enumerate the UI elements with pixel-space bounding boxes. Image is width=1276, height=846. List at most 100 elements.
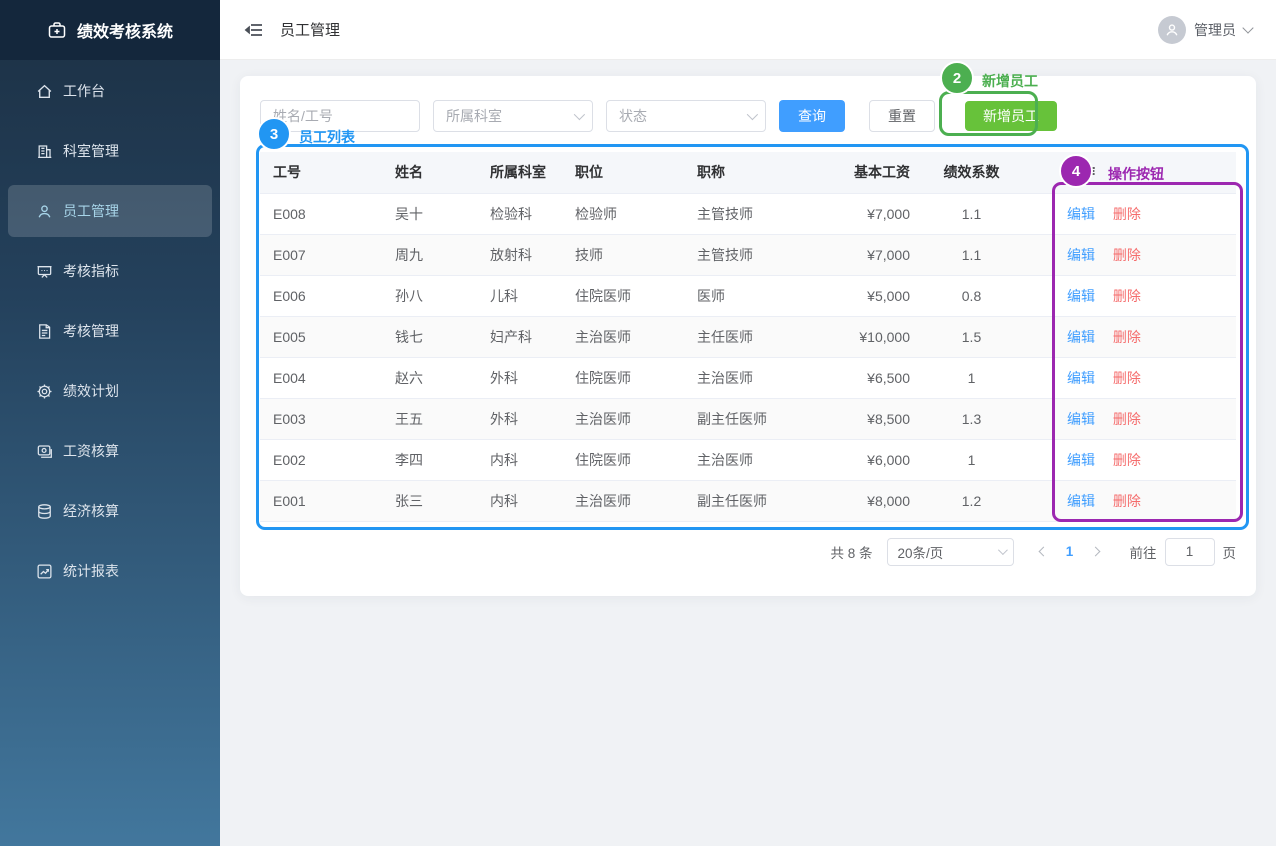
goto-page-input[interactable] <box>1165 538 1215 566</box>
edit-link[interactable]: 编辑 <box>1067 370 1095 386</box>
cell-coefficient: 1.3 <box>924 398 1019 439</box>
edit-link[interactable]: 编辑 <box>1067 452 1095 468</box>
sidebar-item-departments[interactable]: 科室管理 <box>8 125 212 177</box>
edit-link[interactable]: 编辑 <box>1067 329 1095 345</box>
cell-base-salary: ¥10,000 <box>829 316 924 357</box>
cell-employee-id: E005 <box>260 316 382 357</box>
current-page[interactable]: 1 <box>1058 544 1082 559</box>
chevron-right-icon <box>1091 547 1101 557</box>
cell-department: 检验科 <box>477 193 562 234</box>
delete-link[interactable]: 删除 <box>1113 247 1141 263</box>
col-position: 职位 <box>562 152 684 193</box>
cell-coefficient: 0.8 <box>924 275 1019 316</box>
page-size-value: 20条/页 <box>898 542 944 562</box>
cell-coefficient: 1 <box>924 439 1019 480</box>
cell-department: 儿科 <box>477 275 562 316</box>
table-row: E004 赵六 外科 住院医师 主治医师 ¥6,500 1 编辑 删除 <box>260 357 1236 398</box>
building-icon <box>36 143 53 160</box>
user-menu[interactable]: 管理员 <box>1158 16 1252 44</box>
edit-link[interactable]: 编辑 <box>1067 493 1095 509</box>
cell-title: 主任医师 <box>684 316 829 357</box>
delete-link[interactable]: 删除 <box>1113 329 1141 345</box>
delete-link[interactable]: 删除 <box>1113 370 1141 386</box>
cell-position: 主治医师 <box>562 398 684 439</box>
cell-actions: 编辑 删除 <box>1019 275 1236 316</box>
fold-icon[interactable] <box>244 20 264 40</box>
chevron-down-icon <box>1242 22 1253 33</box>
cell-name: 孙八 <box>382 275 477 316</box>
money-icon <box>36 443 53 460</box>
next-page-button[interactable] <box>1084 540 1108 564</box>
chevron-down-icon <box>747 109 758 120</box>
col-coefficient: 绩效系数 <box>924 152 1019 193</box>
filter-bar: 所属科室 状态 查询 重置 新增员工 <box>260 100 1236 132</box>
cell-actions: 编辑 删除 <box>1019 316 1236 357</box>
cell-position: 技师 <box>562 234 684 275</box>
cell-actions: 编辑 删除 <box>1019 398 1236 439</box>
sidebar-item-assessment-management[interactable]: 考核管理 <box>8 305 212 357</box>
reset-button[interactable]: 重置 <box>869 100 935 132</box>
topbar: 员工管理 管理员 <box>220 0 1276 60</box>
edit-link[interactable]: 编辑 <box>1067 206 1095 222</box>
delete-link[interactable]: 删除 <box>1113 452 1141 468</box>
cell-name: 张三 <box>382 480 477 521</box>
page-size-select[interactable]: 20条/页 <box>887 538 1014 566</box>
goto-suffix: 页 <box>1223 542 1237 562</box>
cell-department: 内科 <box>477 480 562 521</box>
edit-link[interactable]: 编辑 <box>1067 411 1095 427</box>
delete-link[interactable]: 删除 <box>1113 206 1141 222</box>
pagination: 共 8 条 20条/页 1 前往 页 <box>260 538 1236 566</box>
edit-link[interactable]: 编辑 <box>1067 288 1095 304</box>
table-header: 工号 姓名 所属科室 职位 职称 基本工资 绩效系数 操作 <box>260 152 1236 193</box>
cell-title: 主治医师 <box>684 439 829 480</box>
chevron-down-icon <box>574 109 585 120</box>
table-row: E008 吴十 检验科 检验师 主管技师 ¥7,000 1.1 编辑 删除 <box>260 193 1236 234</box>
sidebar-item-statistics-reports[interactable]: 统计报表 <box>8 545 212 597</box>
cell-title: 副主任医师 <box>684 480 829 521</box>
cell-title: 主管技师 <box>684 193 829 234</box>
cell-base-salary: ¥8,000 <box>829 480 924 521</box>
cell-employee-id: E008 <box>260 193 382 234</box>
delete-link[interactable]: 删除 <box>1113 493 1141 509</box>
col-name: 姓名 <box>382 152 477 193</box>
col-actions: 操作 <box>1019 152 1236 193</box>
database-icon <box>36 503 53 520</box>
cell-name: 赵六 <box>382 357 477 398</box>
cell-name: 吴十 <box>382 193 477 234</box>
medical-kit-icon <box>47 20 67 40</box>
delete-link[interactable]: 删除 <box>1113 288 1141 304</box>
cell-department: 妇产科 <box>477 316 562 357</box>
sidebar-item-assessment-indicators[interactable]: 考核指标 <box>8 245 212 297</box>
cell-actions: 编辑 删除 <box>1019 234 1236 275</box>
cell-base-salary: ¥7,000 <box>829 193 924 234</box>
sidebar: 绩效考核系统 工作台 科室管理 员工管理 考核指标 考核管理 绩效计划 工资核算… <box>0 0 220 846</box>
add-employee-button[interactable]: 新增员工 <box>965 101 1057 131</box>
edit-link[interactable]: 编辑 <box>1067 247 1095 263</box>
goto-label: 前往 <box>1130 542 1157 562</box>
avatar-user-icon <box>1164 22 1180 38</box>
cell-coefficient: 1.5 <box>924 316 1019 357</box>
table-row: E001 张三 内科 主治医师 副主任医师 ¥8,000 1.2 编辑 删除 <box>260 480 1236 521</box>
sidebar-item-workbench[interactable]: 工作台 <box>8 65 212 117</box>
page-content: 所属科室 状态 查询 重置 新增员工 <box>220 60 1276 846</box>
delete-link[interactable]: 删除 <box>1113 411 1141 427</box>
cell-name: 李四 <box>382 439 477 480</box>
sidebar-item-salary-calculation[interactable]: 工资核算 <box>8 425 212 477</box>
col-department: 所属科室 <box>477 152 562 193</box>
prev-page-button[interactable] <box>1032 540 1056 564</box>
table-row: E003 王五 外科 主治医师 副主任医师 ¥8,500 1.3 编辑 删除 <box>260 398 1236 439</box>
user-name: 管理员 <box>1194 20 1236 40</box>
gear-icon <box>36 383 53 400</box>
sidebar-item-performance-plans[interactable]: 绩效计划 <box>8 365 212 417</box>
cell-actions: 编辑 删除 <box>1019 357 1236 398</box>
search-button[interactable]: 查询 <box>779 100 845 132</box>
sidebar-item-economic-accounting[interactable]: 经济核算 <box>8 485 212 537</box>
sidebar-item-employees[interactable]: 员工管理 <box>8 185 212 237</box>
cell-name: 钱七 <box>382 316 477 357</box>
cell-coefficient: 1.2 <box>924 480 1019 521</box>
keyword-input[interactable] <box>260 100 420 132</box>
department-select[interactable]: 所属科室 <box>433 100 593 132</box>
status-select[interactable]: 状态 <box>606 100 766 132</box>
cell-actions: 编辑 删除 <box>1019 439 1236 480</box>
cell-employee-id: E001 <box>260 480 382 521</box>
